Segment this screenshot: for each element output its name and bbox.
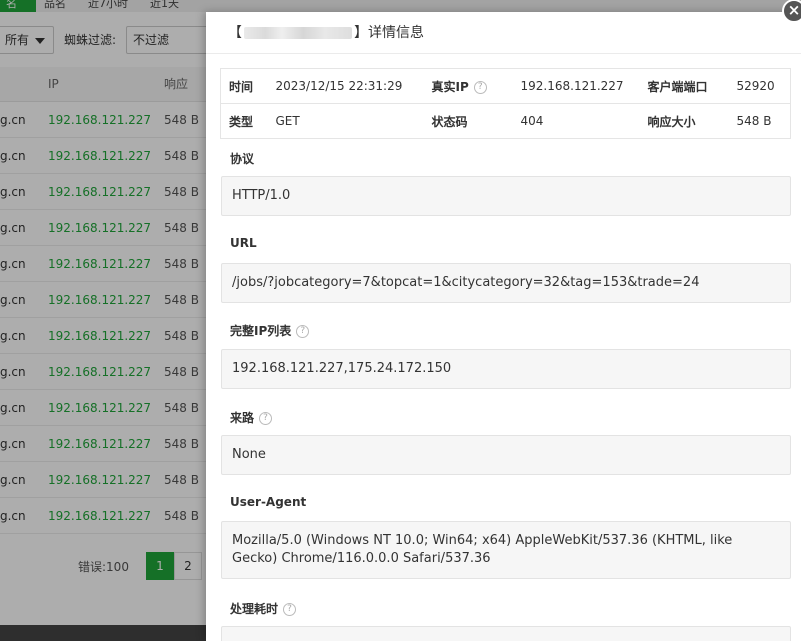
- ip-list-value: 192.168.121.227,175.24.172.150: [232, 361, 452, 376]
- drawer-body: 时间 2023/12/15 22:31:29 真实IP? 192.168.121…: [220, 68, 791, 641]
- user-agent-value: Mozilla/5.0 (Windows NT 10.0; Win64; x64…: [232, 533, 733, 566]
- user-agent-field[interactable]: Mozilla/5.0 (Windows NT 10.0; Win64; x64…: [221, 521, 791, 579]
- help-icon[interactable]: ?: [296, 325, 310, 338]
- real-ip-label-cell: 真实IP?: [424, 69, 513, 104]
- type-value: GET: [267, 103, 424, 139]
- status-value: 404: [512, 103, 640, 139]
- url-label: URL: [230, 236, 257, 250]
- response-size-label: 响应大小: [639, 103, 729, 139]
- duration-label: 处理耗时: [230, 602, 279, 616]
- protocol-label: 协议: [230, 152, 255, 166]
- duration-label-row: 处理耗时?: [230, 600, 297, 617]
- url-value: /jobs/?jobcategory=7&topcat=1&citycatego…: [232, 275, 700, 290]
- client-port-label: 客户端端口: [647, 79, 708, 94]
- drawer-header: 【 】详情信息: [206, 12, 801, 54]
- help-icon[interactable]: ?: [473, 80, 487, 94]
- help-icon[interactable]: ?: [283, 603, 297, 616]
- ip-list-label: 完整IP列表: [230, 324, 292, 338]
- redacted-site-name: [244, 27, 352, 39]
- real-ip-value: 192.168.121.227: [520, 79, 624, 93]
- response-size-value: 548 B: [728, 103, 791, 139]
- time-value: 2023/12/15 22:31:29: [275, 79, 403, 93]
- status-label: 状态码: [423, 103, 513, 139]
- help-icon[interactable]: ?: [259, 412, 273, 425]
- referer-value: None: [232, 447, 266, 462]
- close-icon[interactable]: ×: [782, 0, 801, 23]
- ip-list-label-row: 完整IP列表?: [230, 322, 310, 339]
- referer-field[interactable]: None: [221, 435, 791, 475]
- title-suffix: 】详情信息: [354, 25, 424, 41]
- referer-label-row: 来路?: [230, 409, 273, 426]
- type-label: 类型: [220, 103, 268, 139]
- real-ip-label: 真实IP: [431, 79, 469, 94]
- protocol-field[interactable]: HTTP/1.0: [221, 176, 791, 216]
- client-port-value: 52920: [736, 79, 775, 93]
- detail-drawer: 【 】详情信息 时间 2023/12/15 22:31:29 真实IP? 192.…: [206, 12, 801, 641]
- user-agent-label: User-Agent: [230, 495, 307, 509]
- url-field[interactable]: /jobs/?jobcategory=7&topcat=1&citycatego…: [221, 263, 791, 303]
- time-label: 时间: [229, 79, 254, 94]
- protocol-value: HTTP/1.0: [232, 188, 291, 203]
- duration-field[interactable]: [221, 626, 791, 641]
- title-prefix: 【: [228, 25, 242, 41]
- drawer-title: 【 】详情信息: [228, 12, 424, 54]
- referer-label: 来路: [230, 411, 255, 425]
- ip-list-field[interactable]: 192.168.121.227,175.24.172.150: [221, 349, 791, 389]
- request-info-table: 时间 2023/12/15 22:31:29 真实IP? 192.168.121…: [220, 68, 791, 139]
